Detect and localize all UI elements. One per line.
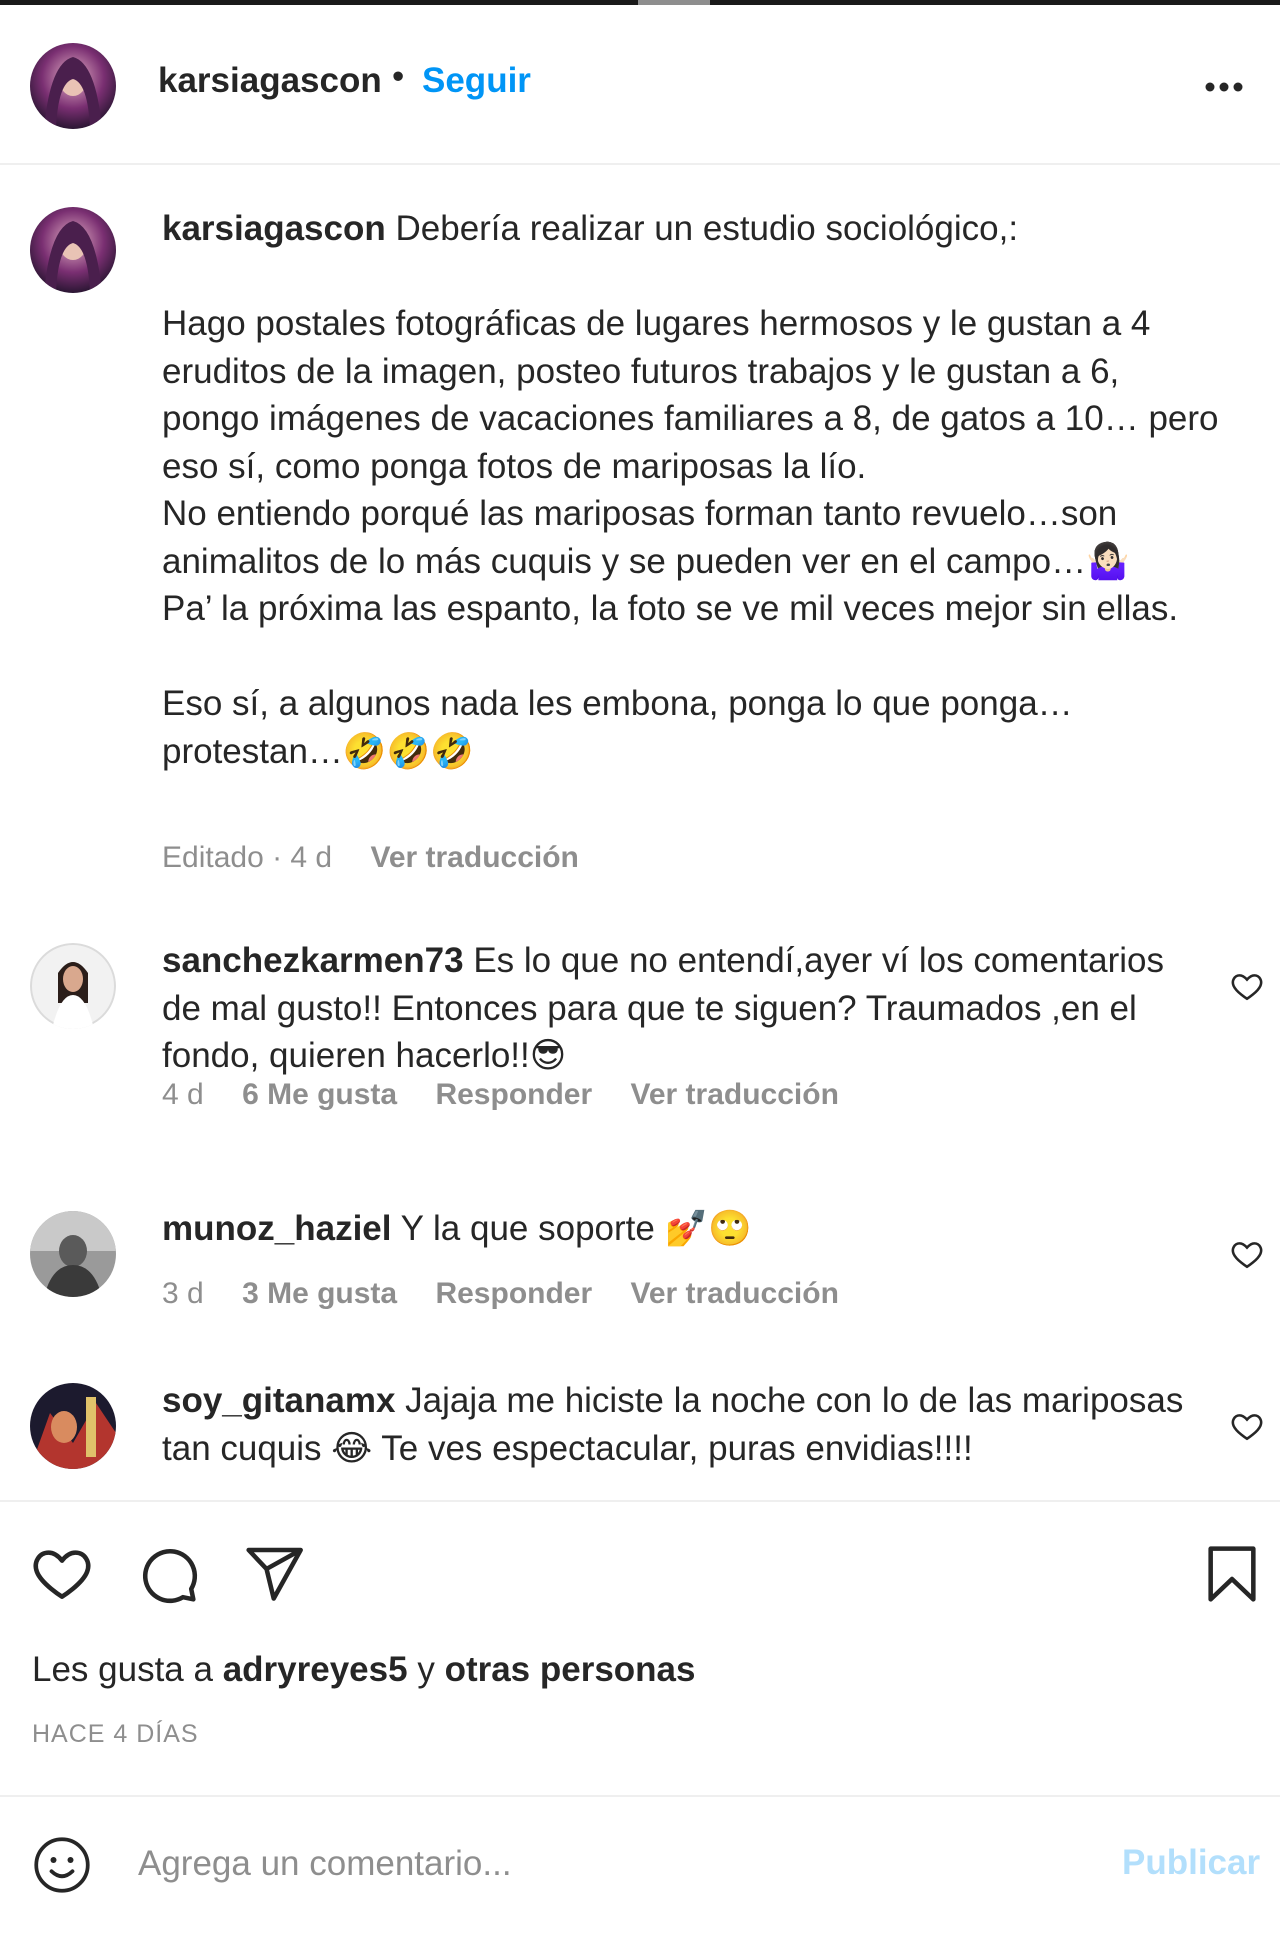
comment-text: sanchezkarmen73 Es lo que no entendí,aye…	[162, 937, 1202, 1080]
comment-icon[interactable]	[136, 1542, 200, 1606]
reply-button[interactable]: Responder	[435, 1277, 592, 1310]
likes-summary: Les gusta a adryreyes5 y otras personas	[32, 1650, 696, 1690]
comment-input[interactable]	[136, 1833, 1080, 1895]
avatar[interactable]	[30, 1383, 116, 1469]
comment-like-icon[interactable]	[1230, 969, 1264, 1003]
caption-username[interactable]: karsiagascon	[162, 209, 386, 248]
likes-prefix: Les gusta a	[32, 1650, 213, 1689]
avatar[interactable]	[30, 207, 116, 293]
caption-text: Debería realizar un estudio sociológico,…	[162, 209, 1219, 771]
comment-username[interactable]: sanchezkarmen73	[162, 941, 464, 980]
comment-username[interactable]: munoz_haziel	[162, 1209, 391, 1248]
comment-body: Y la que soporte 💅🙄	[400, 1209, 752, 1248]
post-header: karsiagascon • Seguir	[0, 5, 1280, 165]
comment-text: munoz_haziel Y la que soporte 💅🙄	[162, 1205, 1202, 1253]
comment-like-icon[interactable]	[1230, 1409, 1264, 1443]
comment-meta: 4 d 6 Me gusta Responder Ver traducción	[162, 1078, 869, 1112]
comment-text: soy_gitanamx Jajaja me hiciste la noche …	[162, 1377, 1202, 1472]
smiley-icon[interactable]	[32, 1835, 92, 1895]
post-author-username[interactable]: karsiagascon	[158, 61, 382, 101]
paper-plane-icon[interactable]	[242, 1542, 306, 1606]
comments-panel[interactable]: karsiagascon Debería realizar un estudio…	[0, 165, 1280, 1500]
follow-button[interactable]: Seguir	[422, 61, 531, 101]
translate-link[interactable]: Ver traducción	[631, 1078, 839, 1111]
comment-likes-count[interactable]: 6 Me gusta	[242, 1078, 397, 1111]
publish-button[interactable]: Publicar	[1122, 1843, 1260, 1883]
liker-username[interactable]: adryreyes5	[223, 1650, 408, 1689]
more-options-icon[interactable]	[1200, 67, 1256, 107]
comment-composer: Publicar	[0, 1795, 1280, 1934]
caption-meta: Editado · 4 d Ver traducción	[162, 841, 579, 875]
comment-like-icon[interactable]	[1230, 1237, 1264, 1271]
heart-icon[interactable]	[30, 1542, 94, 1606]
avatar[interactable]	[30, 43, 116, 129]
comment-likes-count[interactable]: 3 Me gusta	[242, 1277, 397, 1310]
bookmark-icon[interactable]	[1200, 1542, 1264, 1606]
reply-button[interactable]: Responder	[435, 1078, 592, 1111]
comment-time: 4 d	[162, 1078, 204, 1111]
likes-others-link[interactable]: otras personas	[445, 1650, 696, 1689]
translate-link[interactable]: Ver traducción	[631, 1277, 839, 1310]
caption-edited-time: Editado · 4 d	[162, 841, 333, 874]
post-timestamp: HACE 4 DÍAS	[32, 1720, 199, 1748]
translate-link[interactable]: Ver traducción	[370, 841, 578, 874]
comment-time: 3 d	[162, 1277, 204, 1310]
separator-dot: •	[392, 57, 405, 96]
comment-username[interactable]: soy_gitanamx	[162, 1381, 395, 1420]
avatar[interactable]	[30, 1211, 116, 1297]
post-actions: Les gusta a adryreyes5 y otras personas …	[0, 1500, 1280, 1797]
comment-meta: 3 d 3 Me gusta Responder Ver traducción	[162, 1277, 869, 1311]
likes-conj: y	[417, 1650, 435, 1689]
post-caption: karsiagascon Debería realizar un estudio…	[162, 205, 1222, 775]
avatar[interactable]	[30, 943, 116, 1029]
